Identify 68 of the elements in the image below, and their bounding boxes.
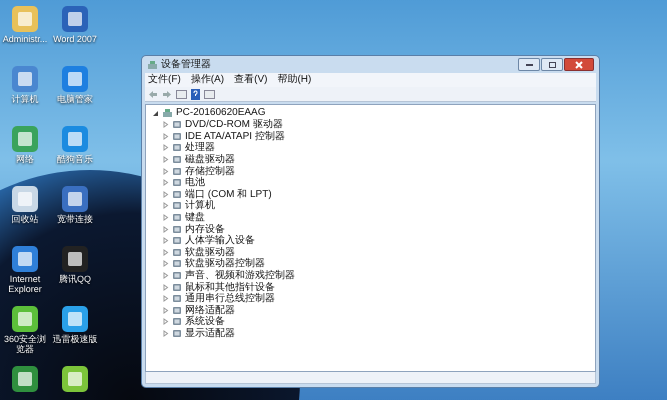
tree-item[interactable]: 存储控制器 — [185, 166, 235, 177]
menu-item[interactable]: 操作(A) — [190, 74, 224, 86]
icon-label: 电脑管家 — [57, 94, 93, 104]
menu-item[interactable]: 文件(F) — [148, 74, 181, 86]
icon-label: 酷狗音乐 — [57, 154, 93, 164]
console-icon[interactable] — [176, 90, 187, 98]
minimize-button[interactable] — [518, 58, 540, 71]
forward-arrow-icon[interactable] — [162, 90, 172, 98]
icon-label: 回收站 — [12, 214, 38, 224]
maximize-button[interactable] — [541, 58, 563, 71]
tree-item[interactable]: 通用串行总线控制器 — [185, 293, 275, 304]
tree-item[interactable]: 网络适配器 — [185, 304, 235, 316]
menu-item[interactable]: 查看(V) — [234, 74, 268, 86]
collapsed-arrow-icon[interactable] — [162, 179, 169, 186]
tree-item[interactable]: 人体学输入设备 — [185, 235, 255, 246]
tree-item[interactable]: 系统设备 — [185, 316, 225, 328]
back-arrow-icon[interactable] — [148, 90, 158, 98]
collapsed-arrow-icon[interactable] — [162, 330, 169, 337]
collapsed-arrow-icon[interactable] — [162, 248, 169, 256]
icon-label: Administr... — [2, 34, 48, 44]
tree-item[interactable]: PC-20160620EAAG — [176, 107, 266, 119]
computer-icon — [162, 108, 173, 118]
tree-item[interactable]: 鼠标和其他指针设备 — [185, 282, 275, 293]
collapsed-arrow-icon[interactable] — [162, 121, 169, 128]
tree-item[interactable]: 电池 — [185, 177, 205, 188]
tree-item[interactable]: 内存设备 — [185, 224, 225, 235]
icon-label: 360安全浏览器 — [2, 334, 48, 354]
icon-label: 迅雷极速版 — [52, 334, 98, 344]
close-icon — [575, 60, 583, 68]
window-title: 设备管理器 — [161, 58, 211, 72]
tree-item[interactable]: 处理器 — [185, 142, 215, 154]
collapsed-arrow-icon[interactable] — [162, 144, 169, 152]
computer-icon — [147, 60, 158, 70]
tree-item[interactable]: IDE ATA/ATAPI 控制器 — [185, 130, 285, 142]
icon-label: Internet Explorer — [7, 274, 43, 294]
tree-item[interactable]: 显示适配器 — [185, 328, 235, 339]
tree-item[interactable]: 声音、视频和游戏控制器 — [185, 270, 295, 282]
tree-item[interactable]: 端口 (COM 和 LPT) — [185, 188, 272, 200]
collapsed-arrow-icon[interactable] — [162, 272, 169, 280]
collapsed-arrow-icon[interactable] — [162, 202, 169, 210]
icon-label: 宽带连接 — [57, 214, 93, 224]
collapsed-arrow-icon[interactable] — [162, 318, 169, 326]
help-icon[interactable] — [191, 88, 200, 100]
close-button[interactable] — [564, 58, 594, 71]
collapsed-arrow-icon[interactable] — [162, 306, 169, 314]
tree-item[interactable]: 软盘驱动器 — [185, 246, 235, 258]
tree-item[interactable]: 软盘驱动器控制器 — [185, 258, 265, 270]
expanded-arrow-icon[interactable] — [152, 110, 159, 116]
collapsed-arrow-icon[interactable] — [162, 295, 169, 302]
collapsed-arrow-icon[interactable] — [162, 190, 169, 198]
collapsed-arrow-icon[interactable] — [162, 156, 169, 164]
menu-item[interactable]: 帮助(H) — [277, 74, 312, 86]
collapsed-arrow-icon[interactable] — [162, 168, 169, 175]
collapsed-arrow-icon[interactable] — [162, 214, 169, 222]
collapsed-arrow-icon[interactable] — [162, 132, 169, 140]
tree-item[interactable]: DVD/CD-ROM 驱动器 — [185, 119, 283, 130]
icon-label: 腾讯QQ — [58, 274, 91, 284]
icon-label: Word 2007 — [53, 34, 97, 44]
tree-item[interactable]: 计算机 — [185, 200, 215, 212]
collapsed-arrow-icon[interactable] — [162, 226, 169, 233]
collapsed-arrow-icon[interactable] — [162, 284, 169, 291]
icon-label: 计算机 — [12, 94, 38, 104]
properties-icon[interactable] — [204, 90, 215, 98]
tree-item[interactable]: 键盘 — [185, 212, 205, 224]
collapsed-arrow-icon[interactable] — [162, 260, 169, 268]
collapsed-arrow-icon[interactable] — [162, 237, 169, 244]
tree-item[interactable]: 磁盘驱动器 — [185, 154, 235, 166]
icon-label: 网络 — [16, 154, 34, 164]
